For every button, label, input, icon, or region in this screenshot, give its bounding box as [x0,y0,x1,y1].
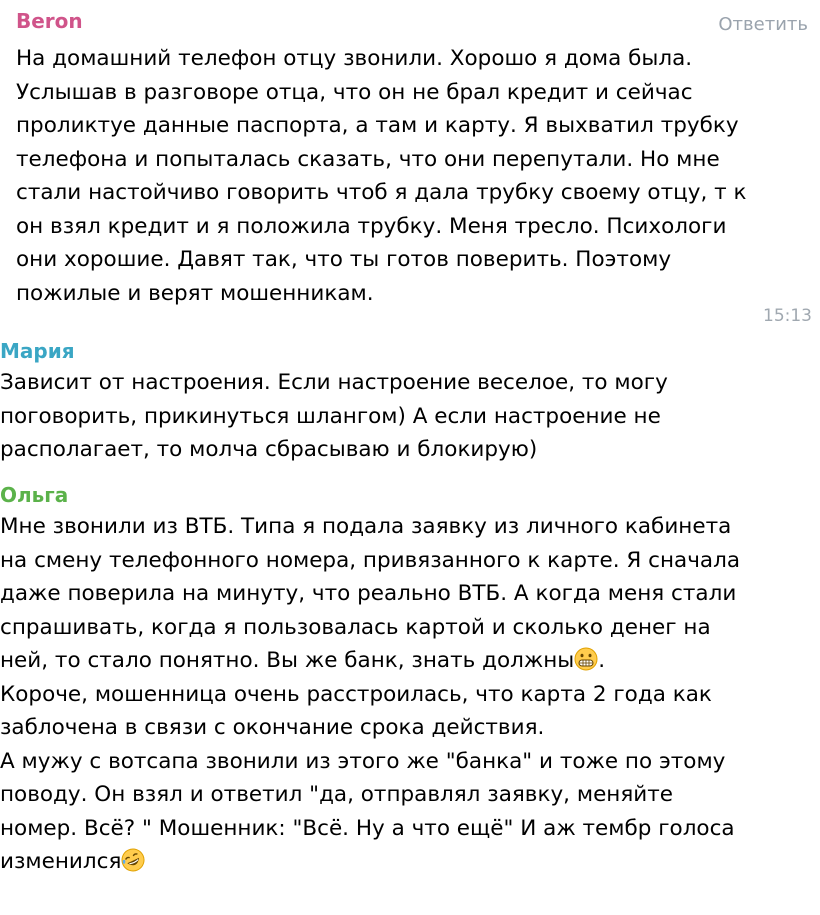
author-name[interactable]: Ольга [0,482,68,508]
message-olga: Ольга Мне звонили из ВТБ. Типа я подала … [0,480,820,915]
text-line: проликтуе данные паспорта, а там и карту… [16,113,739,138]
text-line: телефона и попыталась сказать, что они п… [16,146,720,172]
text-line: А мужу с вотсапа звонили из этого же "ба… [0,748,726,774]
message-time: 15:13 [763,306,812,326]
message-text: Зависит от настроения. Если настроение в… [0,366,668,467]
message-maria: Мария Зависит от настроения. Если настро… [0,336,820,476]
text-line: располагает, то молча сбрасываю и блокир… [0,437,538,462]
author-name[interactable]: Мария [0,338,75,364]
message-beron: Beron Ответить На домашний телефон отцу … [0,6,820,334]
reply-button[interactable]: Ответить [718,14,808,35]
text-fragment: ней, то стало понятно. Вы же банк, знать… [0,648,575,673]
text-fragment: . [598,648,606,673]
text-line: Услышав в разговоре отца, что он не брал… [16,79,693,105]
text-line: На домашний телефон отцу звонили. Хорошо… [16,46,693,71]
text-line: поводу. Он взял и ответил "да, отправлял… [0,782,674,807]
rolling-laughing-emoji [121,848,145,872]
grimacing-face-emoji [574,647,598,671]
text-line: ней, то стало понятно. Вы же банк, знать… [0,644,740,678]
text-line: они хорошие. Давят так, что ты готов пов… [16,247,672,272]
text-line: изменился [0,845,740,879]
message-text: Мне звонили из ВТБ. Типа я подала заявку… [0,510,740,879]
text-line: Короче, мошенница очень расстроилась, чт… [0,681,712,707]
author-name[interactable]: Beron [16,8,83,34]
text-line: даже поверила на минуту, что реально ВТБ… [0,581,737,606]
text-line: стали настойчиво говорить чтоб я дала тр… [16,180,747,205]
text-line: Мне звонили из ВТБ. Типа я подала заявку… [0,514,732,539]
text-line: спрашивать, когда я пользовалась картой … [0,614,711,640]
text-line: пожилые и верят мошенникам. [16,280,374,306]
text-line: номер. Всё? " Мошенник: "Всё. Ну а что е… [0,815,735,841]
text-line: заблочена в связи с окончание срока дейс… [0,715,545,740]
text-fragment: изменился [0,849,122,874]
text-line: поговорить, прикинуться шлангом) А если … [0,403,661,429]
text-line: Зависит от настроения. Если настроение в… [0,370,668,395]
text-line: на смену телефонного номера, привязанног… [0,547,741,573]
message-text: На домашний телефон отцу звонили. Хорошо… [16,42,746,310]
text-line: он взял кредит и я положила трубку. Меня… [16,213,727,239]
